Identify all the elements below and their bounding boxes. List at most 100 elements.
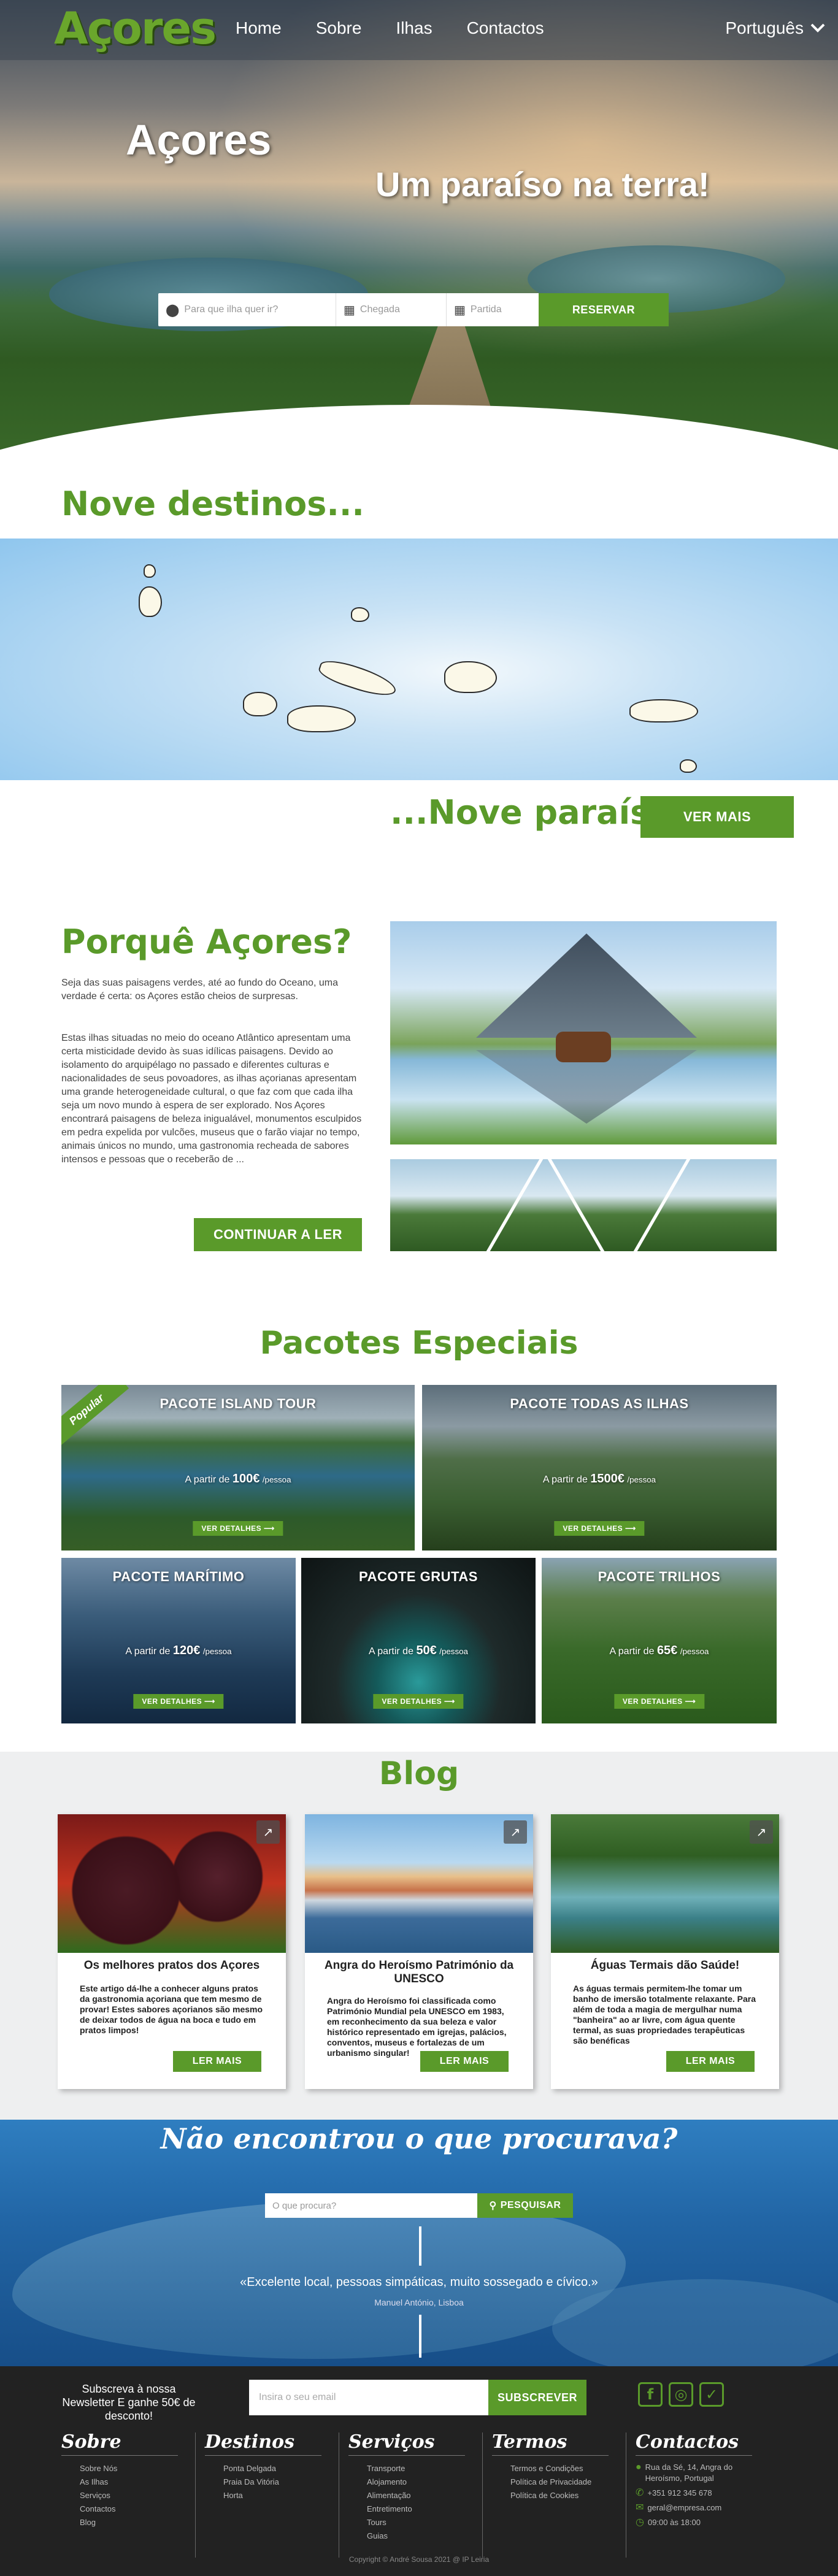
language-selector[interactable]: Português <box>725 18 826 38</box>
destination-field[interactable]: ⬤ Para que ilha quer ir? <box>158 293 336 326</box>
footer-link[interactable]: Praia Da Vitória <box>223 2475 321 2489</box>
contact-email[interactable]: ✉ geral@empresa.com <box>636 2502 752 2513</box>
blog-card[interactable]: ↗ Os melhores pratos dos Açores Este art… <box>58 1814 286 2089</box>
package-price: A partir de 65€ /pessoa <box>542 1644 777 1658</box>
package-details-button[interactable]: VER DETALHES ⟶ <box>133 1694 224 1709</box>
site-search-input[interactable]: O que procura? <box>265 2193 477 2218</box>
island-corvo[interactable] <box>144 564 156 578</box>
island-graciosa[interactable] <box>351 607 369 622</box>
blog-post-title: Os melhores pratos dos Açores <box>83 1959 260 1972</box>
reserve-button[interactable]: RESERVAR <box>539 293 669 326</box>
footer-link[interactable]: Política de Privacidade <box>510 2475 609 2489</box>
instagram-icon[interactable]: ◎ <box>669 2382 693 2407</box>
share-icon[interactable]: ↗ <box>504 1820 527 1844</box>
package-price: A partir de 50€ /pessoa <box>301 1644 536 1658</box>
checkout-field[interactable]: ▦ Partida <box>447 293 539 326</box>
island-sao-miguel[interactable] <box>629 699 698 723</box>
package-details-button[interactable]: VER DETALHES ⟶ <box>613 1694 705 1709</box>
island-santa-maria[interactable] <box>680 759 697 773</box>
package-card[interactable]: PACOTE TRILHOS A partir de 65€ /pessoa V… <box>542 1558 777 1723</box>
package-card[interactable]: PACOTE TODAS AS ILHAS A partir de 1500€ … <box>422 1385 777 1551</box>
footer-link[interactable]: Serviços <box>80 2489 178 2502</box>
island-pico[interactable] <box>287 705 356 732</box>
footer-link[interactable]: Tours <box>367 2516 465 2529</box>
blog-post-title: Águas Termais dão Saúde! <box>590 1959 740 1972</box>
contact-phone[interactable]: ✆ +351 912 345 678 <box>636 2488 752 2499</box>
share-icon[interactable]: ↗ <box>256 1820 280 1844</box>
search-button[interactable]: ⚲ PESQUISAR <box>477 2193 573 2218</box>
footer-column-title: Contactos <box>636 2431 739 2453</box>
island-terceira[interactable] <box>444 661 497 693</box>
footer-link[interactable]: Alimentação <box>367 2489 465 2502</box>
package-card[interactable]: PACOTE GRUTAS A partir de 50€ /pessoa VE… <box>301 1558 536 1723</box>
price-suffix: /pessoa <box>262 1475 291 1484</box>
search-section-title: Não encontrou o que procurava? <box>160 2122 678 2155</box>
footer-link[interactable]: Alojamento <box>367 2475 465 2489</box>
footer-link[interactable]: Guias <box>367 2529 465 2543</box>
price-suffix: /pessoa <box>627 1475 656 1484</box>
package-card[interactable]: PACOTE MARÍTIMO A partir de 120€ /pessoa… <box>61 1558 296 1723</box>
island-faial[interactable] <box>243 692 277 716</box>
footer-column-title: Termos <box>492 2431 567 2453</box>
footer-link[interactable]: Transporte <box>367 2462 465 2475</box>
read-more-button[interactable]: LER MAIS <box>420 2051 509 2072</box>
island-sao-jorge[interactable] <box>316 655 399 702</box>
azores-map[interactable] <box>0 539 838 780</box>
footer-link[interactable]: As Ilhas <box>80 2475 178 2489</box>
price-value: 65€ <box>656 1644 678 1657</box>
search-icon: ⚲ <box>489 2201 497 2211</box>
blog-post-title: Angra do Heroísmo Património da UNESCO <box>324 1959 514 1985</box>
checkin-placeholder: Chegada <box>359 304 400 315</box>
footer-divider <box>492 2455 609 2456</box>
blog-post-text: As águas termais permitem-lhe tomar um b… <box>573 1984 756 2045</box>
facebook-icon[interactable]: f <box>638 2382 663 2407</box>
island-flores[interactable] <box>139 586 162 617</box>
package-name: PACOTE GRUTAS <box>359 1569 478 1584</box>
image-divider <box>633 1159 691 1251</box>
calendar-icon: ▦ <box>344 303 355 317</box>
price-prefix: A partir de <box>609 1646 655 1657</box>
footer-column-sobre: Sobre Sobre Nós As Ilhas Serviços Contac… <box>61 2431 178 2529</box>
nav-ilhas[interactable]: Ilhas <box>396 18 432 38</box>
nav-sobre[interactable]: Sobre <box>316 18 362 38</box>
package-details-button[interactable]: VER DETALHES ⟶ <box>193 1521 283 1536</box>
footer-link[interactable]: Sobre Nós <box>80 2462 178 2475</box>
price-suffix: /pessoa <box>202 1647 232 1656</box>
footer-column-termos: Termos Termos e Condições Política de Pr… <box>492 2431 609 2502</box>
footer-link[interactable]: Blog <box>80 2516 178 2529</box>
price-suffix: /pessoa <box>439 1647 468 1656</box>
nav-contactos[interactable]: Contactos <box>467 18 544 38</box>
package-details-button[interactable]: VER DETALHES ⟶ <box>373 1694 464 1709</box>
testimonial-quote: «Excelente local, pessoas simpáticas, mu… <box>240 2275 598 2289</box>
see-more-button[interactable]: VER MAIS <box>640 796 794 838</box>
hero-title: Açores <box>126 116 272 164</box>
phone-text: +351 912 345 678 <box>647 2488 712 2497</box>
footer-link[interactable]: Termos e Condições <box>510 2462 609 2475</box>
blog-title: Blog <box>379 1755 459 1792</box>
nav-home[interactable]: Home <box>236 18 282 38</box>
read-more-button[interactable]: LER MAIS <box>666 2051 755 2072</box>
blog-card[interactable]: ↗ Angra do Heroísmo Património da UNESCO… <box>305 1814 533 2089</box>
package-name: PACOTE MARÍTIMO <box>112 1569 245 1584</box>
share-icon[interactable]: ↗ <box>750 1820 773 1844</box>
package-card[interactable]: Popular PACOTE ISLAND TOUR A partir de 1… <box>61 1385 415 1551</box>
footer-link[interactable]: Horta <box>223 2489 321 2502</box>
footer-link[interactable]: Entretimento <box>367 2502 465 2516</box>
continue-reading-button[interactable]: CONTINUAR A LER <box>194 1218 362 1251</box>
hero-subtitle: Um paraíso na terra! <box>375 165 710 204</box>
newsletter-email-input[interactable]: Insira o seu email <box>249 2380 488 2415</box>
subscribe-button[interactable]: SUBSCREVER <box>488 2380 586 2415</box>
checkin-field[interactable]: ▦ Chegada <box>336 293 447 326</box>
address-text: Rua da Sé, 14, Angra do Heroísmo, Portug… <box>645 2463 733 2483</box>
package-details-button[interactable]: VER DETALHES ⟶ <box>554 1521 645 1536</box>
footer-link[interactable]: Contactos <box>80 2502 178 2516</box>
footer-separator <box>195 2432 196 2558</box>
read-more-button[interactable]: LER MAIS <box>173 2051 261 2072</box>
footer-link[interactable]: Ponta Delgada <box>223 2462 321 2475</box>
search-placeholder: O que procura? <box>272 2200 337 2211</box>
blog-card[interactable]: ↗ Águas Termais dão Saúde! As águas term… <box>551 1814 779 2089</box>
hero-section <box>0 0 838 478</box>
footer-link[interactable]: Política de Cookies <box>510 2489 609 2502</box>
twitter-icon[interactable]: ✓ <box>699 2382 724 2407</box>
site-logo[interactable]: Açores <box>54 2 217 54</box>
